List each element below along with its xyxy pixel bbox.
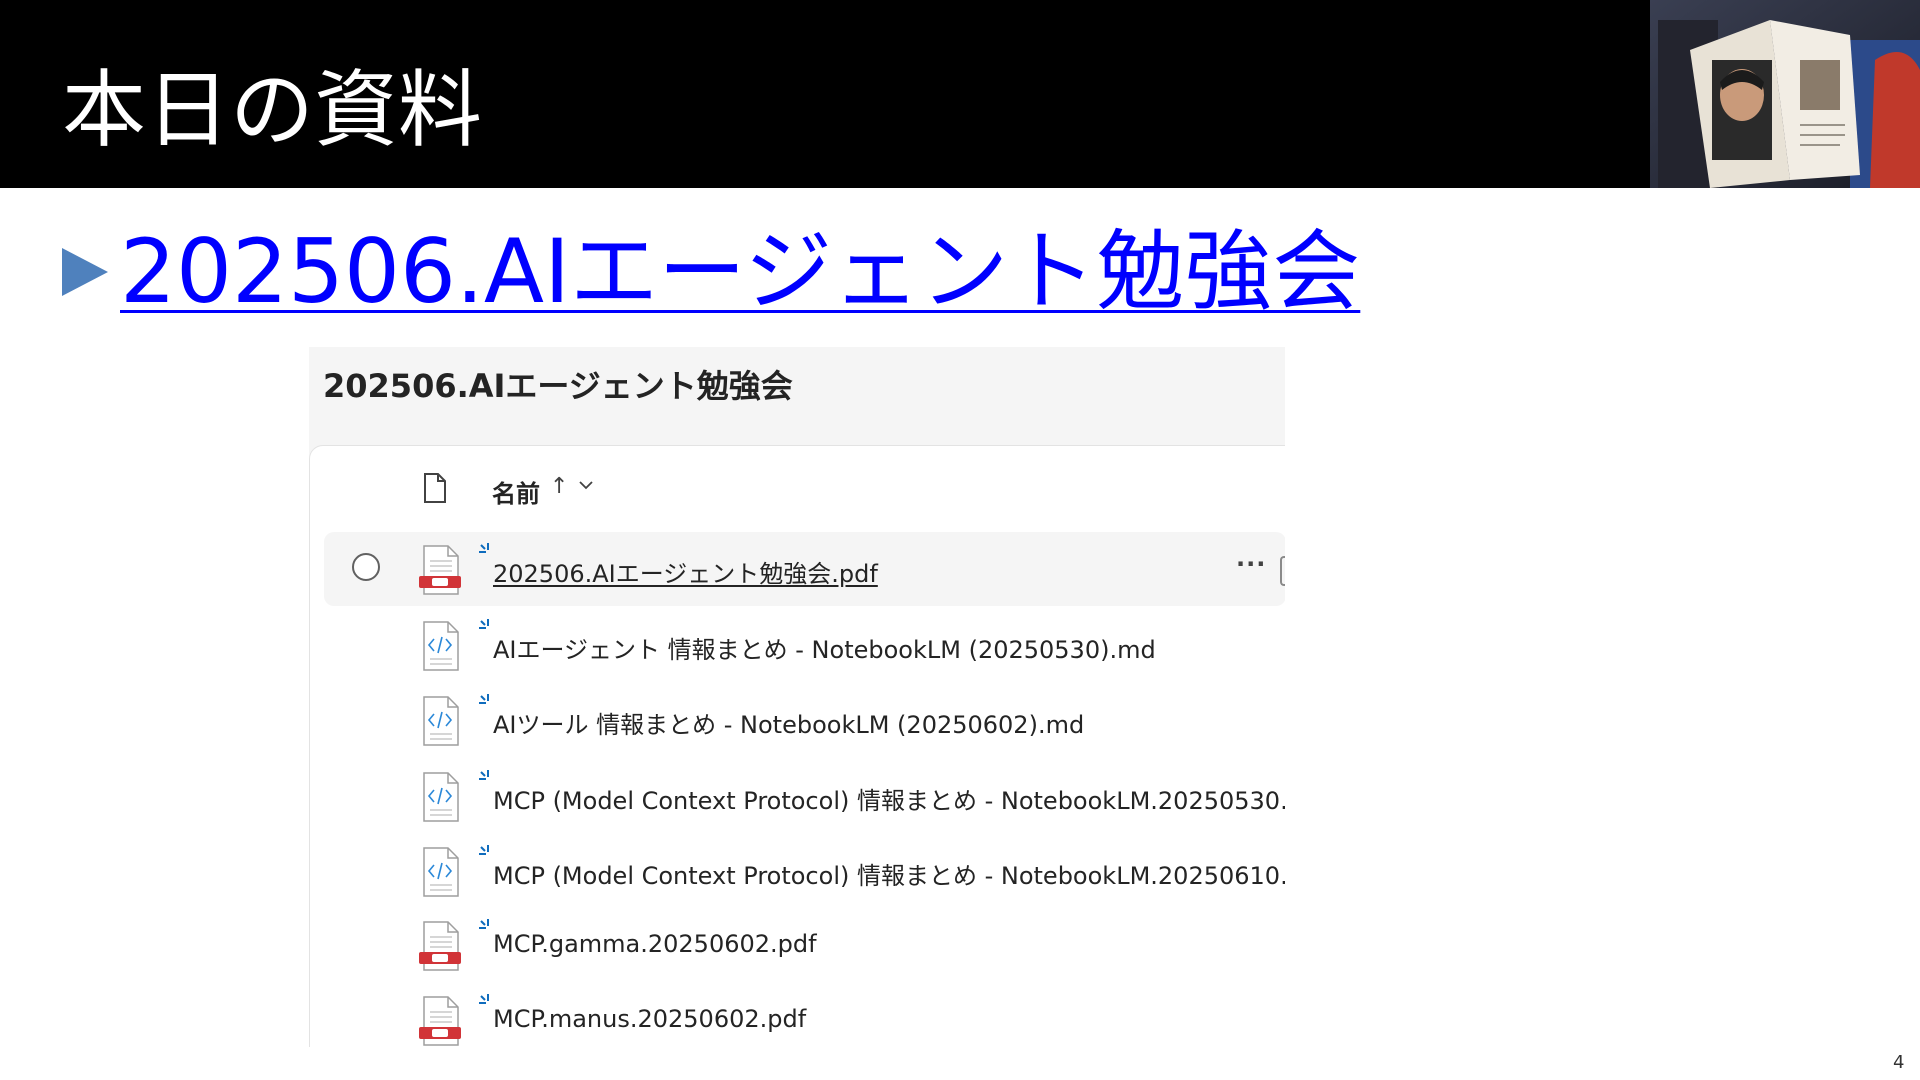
file-name-link[interactable]: MCP (Model Context Protocol) 情報まとめ - Not… xyxy=(493,781,1285,816)
markdown-file-icon xyxy=(418,847,462,897)
file-row[interactable]: MCP.gamma.20250602.pdf xyxy=(310,908,1285,982)
more-actions-icon[interactable]: ··· xyxy=(1236,550,1266,578)
sort-ascending-icon[interactable]: ↑ xyxy=(550,474,568,499)
file-name-link[interactable]: 202506.AIエージェント勉強会.pdf xyxy=(493,554,878,589)
page-number: 4 xyxy=(1893,1052,1905,1073)
folder-title: 202506.AIエージェント勉強会 xyxy=(323,367,793,405)
markdown-file-icon xyxy=(418,696,462,746)
slide-title: 本日の資料 xyxy=(62,61,483,159)
pdf-file-icon xyxy=(418,545,462,595)
column-header: 名前 ↑ xyxy=(310,446,1285,532)
bullet-triangle-icon xyxy=(62,248,108,296)
file-name-link[interactable]: MCP.manus.20250602.pdf xyxy=(493,1005,806,1033)
file-explorer-screenshot: 202506.AIエージェント勉強会 名前 ↑ 202506.AIエージェント勉… xyxy=(309,347,1285,1047)
file-list: 名前 ↑ 202506.AIエージェント勉強会.pdf ··· AIエージェント… xyxy=(309,445,1285,1047)
file-row[interactable]: MCP (Model Context Protocol) 情報まとめ - Not… xyxy=(310,759,1285,833)
file-name-link[interactable]: MCP (Model Context Protocol) 情報まとめ - Not… xyxy=(493,856,1285,891)
slide-header: 本日の資料 xyxy=(0,0,1920,188)
file-type-icon[interactable] xyxy=(422,472,448,504)
link-bullet: 202506.AIエージェント勉強会 xyxy=(58,222,1360,322)
study-session-link[interactable]: 202506.AIエージェント勉強会 xyxy=(120,228,1360,316)
file-name-link[interactable]: MCP.gamma.20250602.pdf xyxy=(493,930,817,958)
file-row[interactable]: AIエージェント 情報まとめ - NotebookLM (20250530).m… xyxy=(310,608,1285,682)
column-name-header[interactable]: 名前 xyxy=(492,474,540,509)
markdown-file-icon xyxy=(418,621,462,671)
pdf-file-icon xyxy=(418,921,462,971)
file-row[interactable]: MCP (Model Context Protocol) 情報まとめ - Not… xyxy=(310,834,1285,908)
file-row[interactable]: 202506.AIエージェント勉強会.pdf ··· xyxy=(324,532,1285,606)
file-name-link[interactable]: AIエージェント 情報まとめ - NotebookLM (20250530).m… xyxy=(493,630,1156,665)
share-icon[interactable] xyxy=(1280,556,1285,586)
pdf-file-icon xyxy=(418,996,462,1046)
file-row[interactable]: AIツール 情報まとめ - NotebookLM (20250602).md xyxy=(310,683,1285,757)
markdown-file-icon xyxy=(418,772,462,822)
presenter-photo xyxy=(1650,0,1920,188)
chevron-down-icon[interactable] xyxy=(578,478,594,492)
file-name-link[interactable]: AIツール 情報まとめ - NotebookLM (20250602).md xyxy=(493,705,1084,740)
select-radio[interactable] xyxy=(352,553,380,581)
file-row[interactable]: MCP.manus.20250602.pdf xyxy=(310,983,1285,1047)
